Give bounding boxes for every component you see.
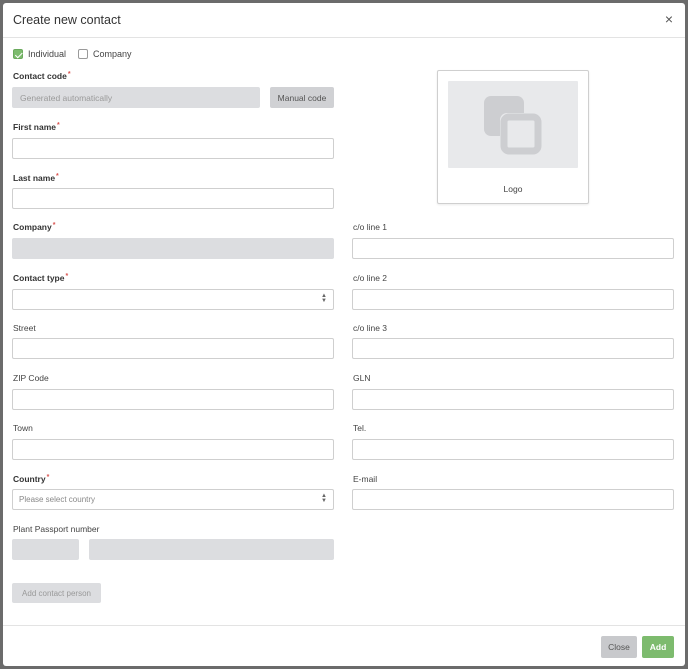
image-placeholder-icon xyxy=(484,96,542,155)
company-label: Company xyxy=(93,49,132,59)
company-field-label: Company* xyxy=(13,222,56,232)
manual-code-button[interactable]: Manual code xyxy=(270,87,334,108)
close-button[interactable]: Close xyxy=(601,636,637,658)
contact-type-label: Contact type* xyxy=(13,273,69,283)
country-selected-value: Please select country xyxy=(19,495,96,504)
select-arrows-icon: ▲ ▼ xyxy=(321,293,327,304)
dialog-footer: Close Add xyxy=(3,625,685,666)
plant-passport-number-input[interactable] xyxy=(89,539,334,560)
country-select[interactable]: Please select country ▲ ▼ xyxy=(12,489,334,510)
co-line-1-label: c/o line 1 xyxy=(353,222,388,232)
add-button[interactable]: Add xyxy=(642,636,674,658)
contact-type-select[interactable]: ▲ ▼ xyxy=(12,289,334,310)
dialog-header: Create new contact × xyxy=(3,3,685,38)
close-icon[interactable]: × xyxy=(665,12,673,26)
plant-passport-label: Plant Passport number xyxy=(13,524,100,534)
logo-upload[interactable]: Logo xyxy=(437,70,589,204)
country-label: Country* xyxy=(13,474,50,484)
last-name-label: Last name* xyxy=(13,173,59,183)
last-name-input[interactable] xyxy=(12,188,334,209)
tel-input[interactable] xyxy=(352,439,674,460)
town-label: Town xyxy=(13,423,33,433)
first-name-label: First name* xyxy=(13,122,60,132)
create-contact-dialog: Create new contact × Individual Company … xyxy=(3,3,685,666)
dialog-title: Create new contact xyxy=(13,13,121,27)
first-name-input[interactable] xyxy=(12,138,334,159)
co-line-2-label: c/o line 2 xyxy=(353,273,388,283)
town-input[interactable] xyxy=(12,439,334,460)
co-line-3-label: c/o line 3 xyxy=(353,323,388,333)
contact-code-label: Contact code* xyxy=(13,71,71,81)
plant-passport-prefix-input[interactable] xyxy=(12,539,79,560)
zip-code-input[interactable] xyxy=(12,389,334,410)
tel-label: Tel. xyxy=(353,423,367,433)
gln-input[interactable] xyxy=(352,389,674,410)
zip-code-label: ZIP Code xyxy=(13,373,49,383)
company-checkbox[interactable] xyxy=(78,49,88,59)
co-line-2-input[interactable] xyxy=(352,289,674,310)
co-line-1-input[interactable] xyxy=(352,238,674,259)
individual-label: Individual xyxy=(28,49,67,59)
logo-label: Logo xyxy=(503,184,523,194)
company-input[interactable] xyxy=(12,238,334,259)
contact-code-input[interactable] xyxy=(12,87,260,108)
individual-checkbox[interactable] xyxy=(13,49,23,59)
gln-label: GLN xyxy=(353,373,371,383)
street-input[interactable] xyxy=(12,338,334,359)
street-label: Street xyxy=(13,323,36,333)
individual-checkbox-option[interactable]: Individual xyxy=(13,49,66,59)
company-checkbox-option[interactable]: Company xyxy=(78,49,132,59)
email-label: E-mail xyxy=(353,474,378,484)
logo-preview xyxy=(448,81,578,168)
add-contact-person-button[interactable]: Add contact person xyxy=(12,583,101,603)
co-line-3-input[interactable] xyxy=(352,338,674,359)
email-input[interactable] xyxy=(352,489,674,510)
select-arrows-icon: ▲ ▼ xyxy=(321,493,327,504)
